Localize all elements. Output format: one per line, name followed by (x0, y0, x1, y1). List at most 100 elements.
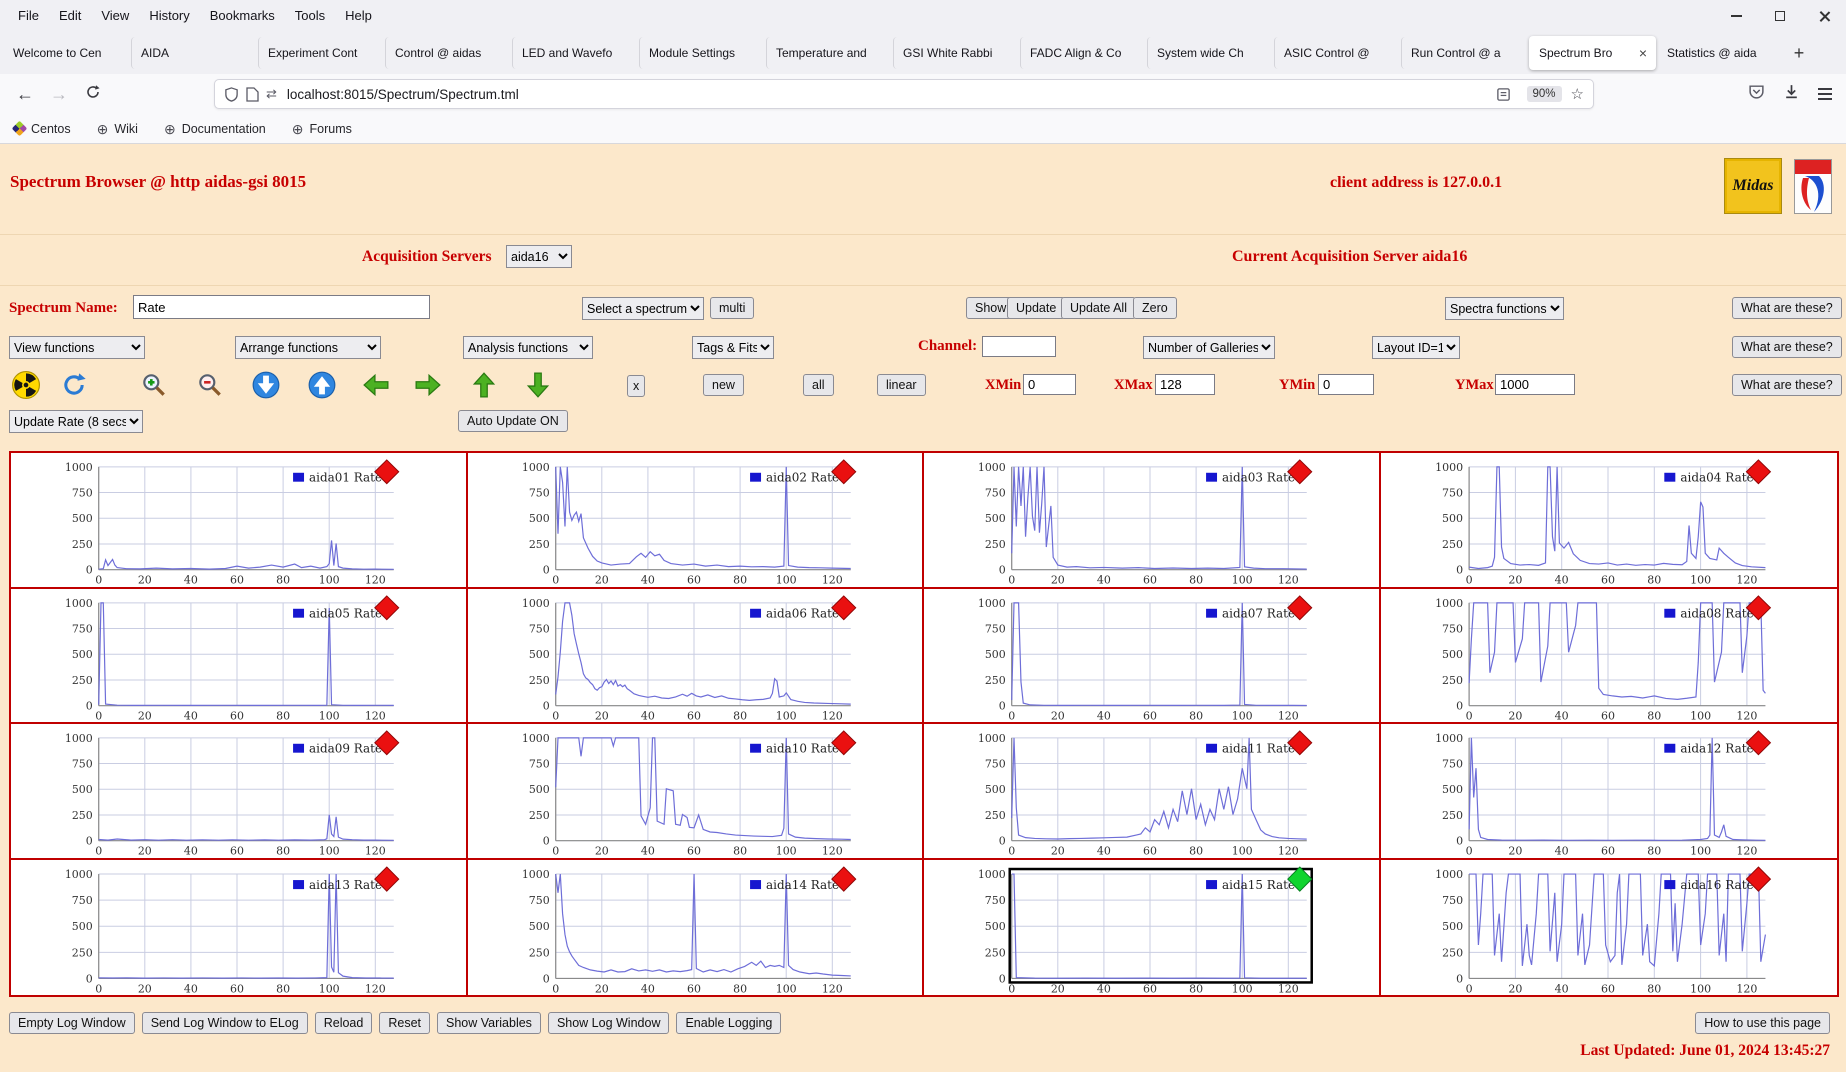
footer-button-3[interactable]: Reload (314, 1012, 373, 1034)
tags-fits-dropdown[interactable]: Tags & Fits (692, 336, 774, 359)
footer-button-5[interactable]: Show Variables (437, 1012, 541, 1034)
what-are-these-button-2[interactable]: What are these? (1732, 336, 1842, 358)
update-rate-dropdown[interactable]: Update Rate (8 secs) (9, 410, 143, 433)
forward-button[interactable]: → (42, 84, 76, 105)
menu-help[interactable]: Help (335, 8, 382, 23)
menu-history[interactable]: History (139, 8, 199, 23)
footer-button-4[interactable]: Reset (379, 1012, 430, 1034)
multi-button[interactable]: multi (710, 297, 755, 319)
chart-cell-aida06[interactable]: 0 250 500 750 1000 0 20 40 60 80 100 120 aida06 Rate (467, 588, 924, 724)
bookmark-documentation[interactable]: ⊕ Documentation (164, 122, 266, 136)
chart-cell-aida05[interactable]: 0 250 500 750 1000 0 20 40 60 80 100 120 aida05 Rate (11, 588, 468, 724)
tab-13[interactable]: Spectrum Bro × (1529, 36, 1656, 70)
permissions-icon[interactable]: ⇄ (266, 86, 277, 102)
ymin-input[interactable] (1318, 374, 1374, 395)
chart-cell-aida09[interactable]: 0 250 500 750 1000 0 20 40 60 80 100 120 aida09 Rate (11, 724, 468, 860)
update-all-button[interactable]: Update All (1061, 297, 1136, 319)
pocket-icon[interactable] (1748, 83, 1765, 105)
tab-10[interactable]: System wide Ch (1147, 37, 1274, 69)
footer-button-2[interactable]: Send Log Window to ELog (141, 1012, 308, 1034)
address-bar[interactable]: ⇄ localhost:8015/Spectrum/Spectrum.tml 9… (214, 79, 1594, 109)
radiation-icon[interactable] (12, 371, 40, 399)
chart-cell-aida10[interactable]: 0 250 500 750 1000 0 20 40 60 80 100 120 aida10 Rate (467, 724, 924, 860)
menu-tools[interactable]: Tools (285, 8, 335, 23)
back-button[interactable]: ← (8, 84, 42, 105)
footer-button-6[interactable]: Show Log Window (547, 1012, 670, 1034)
midas-logo[interactable]: Midas (1724, 158, 1782, 214)
reload-button[interactable] (76, 84, 110, 105)
what-are-these-button-1[interactable]: What are these? (1732, 297, 1842, 319)
minimize-button[interactable] (1714, 0, 1758, 32)
chart-cell-aida13[interactable]: 0 250 500 750 1000 0 20 40 60 80 100 120 aida13 Rate (11, 859, 468, 995)
analysis-functions-dropdown[interactable]: Analysis functions (463, 336, 593, 359)
footer-button-7[interactable]: Enable Logging (676, 1012, 782, 1034)
zero-button[interactable]: Zero (1133, 297, 1177, 319)
spectra-functions-dropdown[interactable]: Spectra functions (1445, 297, 1564, 320)
update-button[interactable]: Update (1007, 297, 1066, 319)
zoom-in-icon[interactable] (140, 371, 168, 399)
bookmark-centos[interactable]: Centos (11, 120, 71, 137)
tab-2[interactable]: AIDA (131, 37, 258, 69)
chart-cell-aida12[interactable]: 0 250 500 750 1000 0 20 40 60 80 100 120 aida12 Rate (1380, 724, 1837, 860)
chart-cell-aida01[interactable]: 0 250 500 750 1000 0 20 40 60 80 100 120 aida01 Rate (11, 453, 468, 589)
select-spectrum-dropdown[interactable]: Select a spectrum (582, 297, 704, 320)
blue-sphere-down-icon[interactable] (252, 371, 280, 399)
tab-4[interactable]: Control @ aidas (385, 37, 512, 69)
new-tab-button[interactable]: + (1784, 32, 1814, 74)
page-info-icon[interactable] (246, 86, 259, 102)
x-button[interactable]: x (627, 375, 646, 397)
tab-11[interactable]: ASIC Control @ (1274, 37, 1401, 69)
url-text[interactable]: localhost:8015/Spectrum/Spectrum.tml (287, 87, 1496, 102)
shield-icon[interactable] (224, 86, 239, 102)
tab-9[interactable]: FADC Align & Co (1020, 37, 1147, 69)
tab-3[interactable]: Experiment Cont (258, 37, 385, 69)
arrow-right-icon[interactable] (414, 371, 442, 399)
blue-sphere-up-icon[interactable] (308, 371, 336, 399)
chart-cell-aida02[interactable]: 0 250 500 750 1000 0 20 40 60 80 100 120 aida02 Rate (467, 453, 924, 589)
maximize-button[interactable] (1758, 0, 1802, 32)
galleries-dropdown[interactable]: Number of Galleries (1143, 336, 1275, 359)
arrow-left-icon[interactable] (362, 371, 390, 399)
downloads-icon[interactable] (1783, 83, 1800, 105)
chart-cell-aida16[interactable]: 0 250 500 750 1000 0 20 40 60 80 100 120 aida16 Rate (1381, 860, 1838, 996)
tab-7[interactable]: Temperature and (766, 37, 893, 69)
channel-input[interactable] (982, 336, 1056, 357)
tab-1[interactable]: Welcome to Cen (4, 37, 131, 69)
view-functions-dropdown[interactable]: View functions (9, 336, 145, 359)
chart-cell-aida15[interactable]: 0 250 500 750 1000 0 20 40 60 80 100 120 aida15 Rate (924, 859, 1381, 995)
zoom-level-badge[interactable]: 90% (1526, 86, 1562, 102)
chart-cell-aida08[interactable]: 0 250 500 750 1000 0 20 40 60 80 100 120 aida08 Rate (1380, 589, 1837, 724)
tcl-powered-logo[interactable] (1794, 159, 1832, 214)
tab-8[interactable]: GSI White Rabbi (893, 37, 1020, 69)
layout-id-dropdown[interactable]: Layout ID=1 (1372, 336, 1460, 359)
menu-view[interactable]: View (91, 8, 139, 23)
arrow-up-icon[interactable] (470, 371, 498, 399)
xmax-input[interactable] (1155, 374, 1215, 395)
refresh-icon[interactable] (60, 371, 88, 399)
reader-mode-icon[interactable] (1496, 87, 1511, 102)
chart-cell-aida04[interactable]: 0 250 500 750 1000 0 20 40 60 80 100 120 aida04 Rate (1380, 453, 1837, 589)
how-to-use-button[interactable]: How to use this page (1695, 1012, 1830, 1034)
footer-button-1[interactable]: Empty Log Window (9, 1012, 135, 1034)
auto-update-button[interactable]: Auto Update ON (458, 410, 568, 432)
arrange-functions-dropdown[interactable]: Arrange functions (235, 336, 381, 359)
linear-button[interactable]: linear (877, 374, 926, 396)
new-button[interactable]: new (703, 374, 744, 396)
spectrum-name-input[interactable] (133, 295, 430, 319)
menu-edit[interactable]: Edit (49, 8, 91, 23)
acquisition-server-select[interactable]: aida16 (506, 245, 572, 268)
chart-cell-aida07[interactable]: 0 250 500 750 1000 0 20 40 60 80 100 120 aida07 Rate (924, 588, 1381, 724)
menu-bookmarks[interactable]: Bookmarks (200, 8, 285, 23)
bookmark-wiki[interactable]: ⊕ Wiki (97, 122, 138, 136)
chart-cell-aida11[interactable]: 0 250 500 750 1000 0 20 40 60 80 100 120 aida11 Rate (924, 724, 1381, 860)
tab-6[interactable]: Module Settings (639, 37, 766, 69)
tab-14[interactable]: Statistics @ aida (1657, 37, 1784, 69)
chart-cell-aida14[interactable]: 0 250 500 750 1000 0 20 40 60 80 100 120 aida14 Rate (468, 859, 924, 995)
xmin-input[interactable] (1023, 374, 1076, 395)
menu-file[interactable]: File (8, 8, 49, 23)
tab-5[interactable]: LED and Wavefo (512, 37, 639, 69)
bookmark-star-icon[interactable]: ☆ (1571, 85, 1584, 103)
tab-close-icon[interactable]: × (1639, 45, 1647, 61)
close-button[interactable] (1802, 0, 1846, 32)
bookmark-forums[interactable]: ⊕ Forums (292, 122, 352, 136)
